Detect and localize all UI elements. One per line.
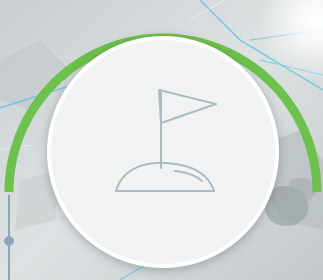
golf-flag-icon xyxy=(115,89,217,192)
golf-course-card xyxy=(0,0,323,280)
node-dot-icon xyxy=(4,236,14,246)
